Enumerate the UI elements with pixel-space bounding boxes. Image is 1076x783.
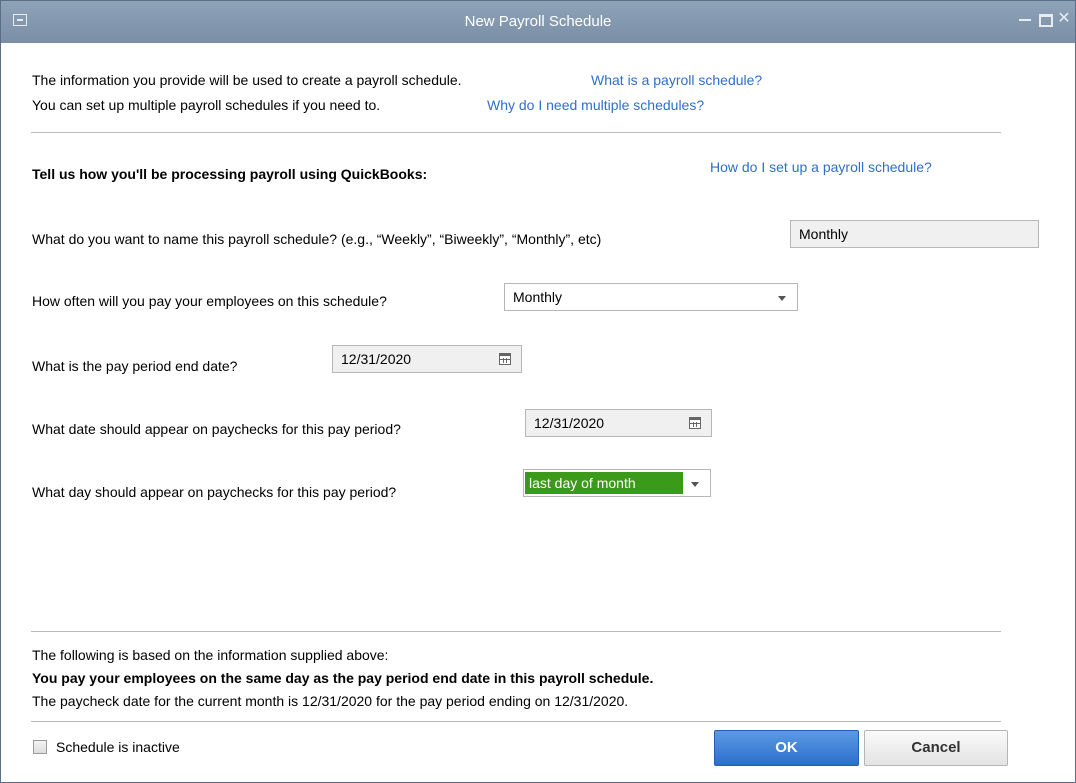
close-icon[interactable]: ✕: [1054, 9, 1074, 29]
chevron-down-icon: [691, 482, 699, 487]
intro-text-1: The information you provide will be used…: [32, 72, 462, 88]
calendar-icon[interactable]: [689, 417, 701, 429]
schedule-name-input[interactable]: Monthly: [790, 220, 1039, 248]
summary-pay-rule: You pay your employees on the same day a…: [32, 670, 654, 686]
paycheck-date-label: What date should appear on paychecks for…: [32, 421, 401, 437]
divider: [31, 132, 1001, 133]
why-multiple-schedules-link[interactable]: Why do I need multiple schedules?: [487, 97, 704, 113]
payroll-schedule-dialog: New Payroll Schedule ✕ The information y…: [0, 0, 1076, 783]
period-end-label: What is the pay period end date?: [32, 358, 238, 374]
minimize-icon[interactable]: [1015, 9, 1035, 29]
schedule-name-value: Monthly: [799, 226, 849, 242]
setup-heading: Tell us how you'll be processing payroll…: [32, 166, 428, 182]
cancel-button[interactable]: Cancel: [864, 730, 1008, 766]
window-title: New Payroll Schedule: [464, 13, 612, 30]
chevron-down-icon: [778, 296, 786, 301]
schedule-name-label: What do you want to name this payroll sc…: [32, 231, 602, 247]
schedule-inactive-checkbox[interactable]: [33, 740, 47, 754]
schedule-inactive-label: Schedule is inactive: [56, 739, 180, 755]
paycheck-date-value: 12/31/2020: [534, 415, 605, 431]
how-setup-schedule-link[interactable]: How do I set up a payroll schedule?: [710, 159, 932, 175]
pay-frequency-select[interactable]: Monthly: [504, 283, 798, 311]
paycheck-date-input[interactable]: 12/31/2020: [525, 409, 712, 437]
title-bar[interactable]: New Payroll Schedule ✕: [1, 1, 1075, 43]
maximize-icon[interactable]: [1035, 9, 1055, 29]
period-end-date-value: 12/31/2020: [341, 351, 412, 367]
ok-button[interactable]: OK: [714, 730, 859, 766]
intro-text-2: You can set up multiple payroll schedule…: [32, 97, 381, 113]
summary-intro: The following is based on the informatio…: [32, 647, 389, 663]
period-end-date-input[interactable]: 12/31/2020: [332, 345, 522, 373]
pay-frequency-value: Monthly: [513, 289, 563, 305]
what-is-payroll-schedule-link[interactable]: What is a payroll schedule?: [591, 72, 762, 88]
summary-paycheck-date: The paycheck date for the current month …: [32, 693, 629, 709]
paycheck-day-label: What day should appear on paychecks for …: [32, 484, 397, 500]
pay-frequency-label: How often will you pay your employees on…: [32, 293, 387, 309]
paycheck-day-value: last day of month: [525, 472, 683, 494]
divider: [31, 631, 1001, 632]
divider: [31, 721, 1001, 722]
calendar-icon[interactable]: [499, 353, 511, 365]
